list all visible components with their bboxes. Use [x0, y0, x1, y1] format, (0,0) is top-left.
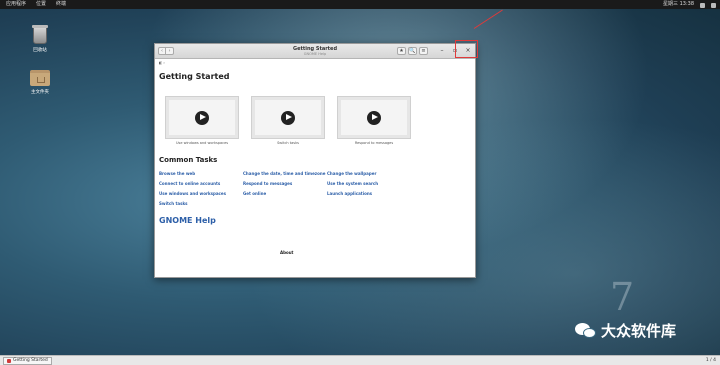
- play-icon[interactable]: [281, 110, 295, 125]
- taskbar-item-getting-started[interactable]: Getting Started: [3, 357, 52, 365]
- gnome-help-link[interactable]: GNOME Help: [159, 216, 216, 225]
- video-thumbnail[interactable]: [337, 96, 411, 139]
- terminal-menu[interactable]: 终端: [56, 0, 66, 9]
- task-link[interactable]: Use the system search: [327, 181, 378, 186]
- header-tools: ★ 🔍 ≡: [397, 47, 428, 55]
- volume-icon[interactable]: [700, 3, 705, 8]
- minimize-button[interactable]: –: [438, 46, 446, 55]
- desktop-icon-trash[interactable]: 回收站: [20, 25, 60, 53]
- menu-button[interactable]: ≡: [419, 47, 428, 55]
- task-link[interactable]: Get online: [243, 191, 266, 196]
- task-link[interactable]: Switch tasks: [159, 201, 188, 206]
- taskbar-item-label: Getting Started: [13, 358, 48, 363]
- breadcrumb[interactable]: ◧ ›: [159, 61, 165, 65]
- video-caption: Switch tasks: [277, 141, 299, 145]
- video-caption: Use windows and workspaces: [175, 141, 229, 145]
- top-panel-status: 星期三 13:38: [663, 0, 716, 9]
- bookmark-button[interactable]: ★: [397, 47, 406, 55]
- header-bar: ‹ › Getting Started GNOME Help ★ 🔍 ≡ – ▫…: [155, 44, 475, 59]
- video-thumbnail[interactable]: [165, 96, 239, 139]
- desktop-icon-label: 回收站: [33, 48, 47, 53]
- places-menu[interactable]: 位置: [36, 0, 46, 9]
- play-icon[interactable]: [367, 110, 381, 125]
- task-link[interactable]: Change the wallpaper: [327, 171, 376, 176]
- about-link[interactable]: About: [280, 250, 293, 255]
- power-icon[interactable]: [711, 3, 716, 8]
- home-folder-icon: [30, 70, 50, 86]
- help-app-icon: [7, 359, 11, 363]
- applications-menu[interactable]: 应用程序: [6, 0, 26, 9]
- play-icon[interactable]: [195, 110, 209, 125]
- task-link[interactable]: Launch applications: [327, 191, 372, 196]
- help-window: ‹ › Getting Started GNOME Help ★ 🔍 ≡ – ▫…: [154, 43, 476, 278]
- task-link[interactable]: Respond to messages: [243, 181, 292, 186]
- trash-icon: [32, 25, 48, 44]
- video-thumbnail[interactable]: [251, 96, 325, 139]
- wallpaper-number: 7: [610, 275, 635, 319]
- page-title: Getting Started: [159, 72, 230, 81]
- top-menu: 应用程序 位置 终端: [6, 0, 66, 9]
- common-tasks-title: Common Tasks: [159, 156, 218, 164]
- desktop-icon-label: 主文件夹: [31, 90, 49, 95]
- top-panel: 应用程序 位置 终端 星期三 13:38: [0, 0, 720, 9]
- watermark-text: 大众软件库: [601, 322, 677, 340]
- video-caption: Respond to messages: [354, 141, 394, 145]
- wechat-icon: [575, 322, 597, 339]
- watermark: 大众软件库: [575, 320, 676, 341]
- task-link[interactable]: Change the date, time and timezone: [243, 171, 325, 176]
- workspace-pager[interactable]: 1 / 4: [706, 356, 716, 365]
- task-link[interactable]: Connect to online accounts: [159, 181, 220, 186]
- search-button[interactable]: 🔍: [408, 47, 417, 55]
- bottom-panel: Getting Started 1 / 4: [0, 355, 720, 365]
- task-link[interactable]: Use windows and workspaces: [159, 191, 226, 196]
- desktop-icon-home[interactable]: 主文件夹: [20, 70, 60, 95]
- clock[interactable]: 星期三 13:38: [663, 0, 694, 9]
- close-button-highlight: [455, 40, 478, 58]
- task-link[interactable]: Browse the web: [159, 171, 195, 176]
